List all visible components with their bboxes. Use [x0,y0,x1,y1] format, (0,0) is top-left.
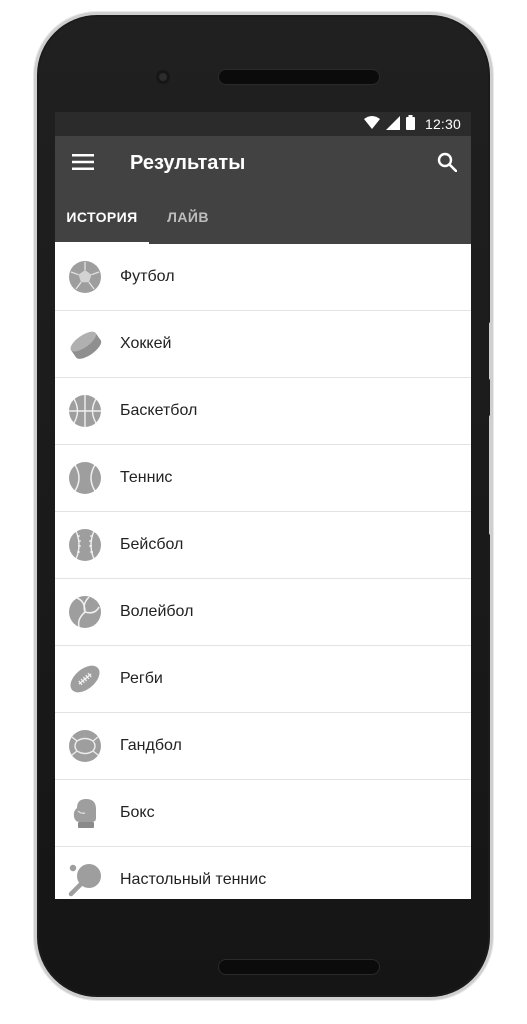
volleyball-icon [68,595,102,629]
list-item-label: Настольный теннис [120,871,267,888]
handball-icon [68,729,102,763]
screen: 12:30 Результаты ИСТОРИЯ ЛАЙВ Футбол Хок… [55,112,471,899]
list-item-label: Теннис [120,469,173,486]
basketball-icon [68,394,102,428]
menu-icon [72,153,94,175]
status-bar: 12:30 [55,112,471,136]
list-item-label: Бокс [120,804,155,821]
table-tennis-icon [68,863,102,897]
tennis-ball-icon [68,461,102,495]
top-speaker [218,69,380,85]
list-item-label: Волейбол [120,603,194,620]
list-item-label: Хоккей [120,335,172,352]
menu-button[interactable] [67,148,99,180]
list-item-table-tennis[interactable]: Настольный теннис [55,847,471,899]
search-icon [437,152,458,177]
volume-button [489,322,493,380]
list-item-label: Баскетбол [120,402,198,419]
bottom-speaker [218,959,380,975]
list-item-handball[interactable]: Гандбол [55,713,471,780]
signal-icon [385,115,400,133]
power-button [489,415,493,535]
tab-bar: ИСТОРИЯ ЛАЙВ [55,190,227,244]
list-item-baseball[interactable]: Бейсбол [55,512,471,579]
rugby-ball-icon [68,662,102,696]
list-item-label: Футбол [120,268,175,285]
list-item-volleyball[interactable]: Волейбол [55,579,471,646]
list-item-basketball[interactable]: Баскетбол [55,378,471,445]
hockey-puck-icon [68,327,102,361]
status-time: 12:30 [424,116,461,132]
list-item-tennis[interactable]: Теннис [55,445,471,512]
list-item-label: Бейсбол [120,536,184,553]
list-item-rugby[interactable]: Регби [55,646,471,713]
app-bar: Результаты ИСТОРИЯ ЛАЙВ [55,136,471,244]
list-item-hockey[interactable]: Хоккей [55,311,471,378]
front-camera [156,70,170,84]
list-item-label: Регби [120,670,163,687]
tab-live[interactable]: ЛАЙВ [149,190,227,244]
soccer-ball-icon [68,260,102,294]
search-button[interactable] [431,148,463,180]
boxing-glove-icon [68,796,102,830]
battery-icon [405,115,415,133]
list-item-football[interactable]: Футбол [55,244,471,311]
wifi-icon [363,115,380,133]
list-item-boxing[interactable]: Бокс [55,780,471,847]
sports-list: Футбол Хоккей Баскетбол Теннис Бейсбол В… [55,244,471,899]
page-title: Результаты [130,152,246,174]
list-item-label: Гандбол [120,737,182,754]
tab-history[interactable]: ИСТОРИЯ [55,190,149,244]
baseball-icon [68,528,102,562]
